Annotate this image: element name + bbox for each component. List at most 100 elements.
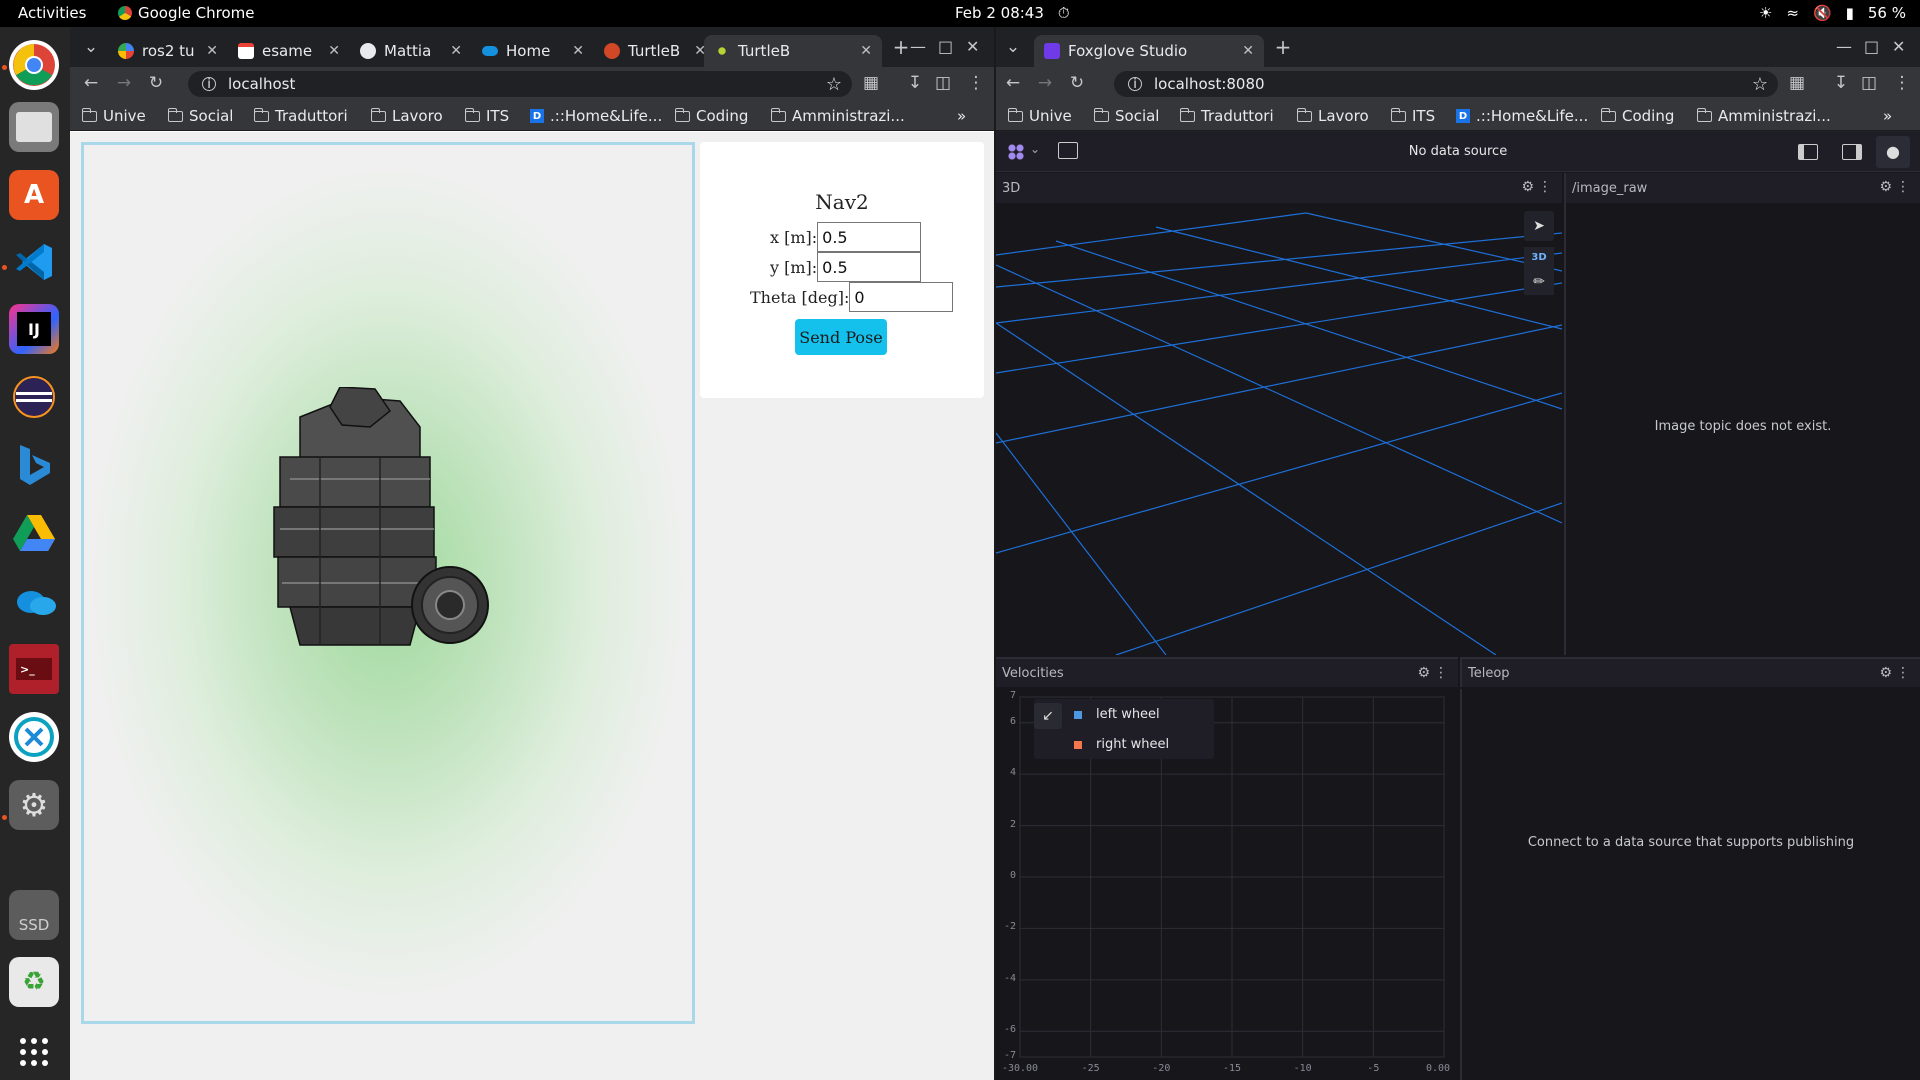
panel-3d-viewport[interactable]: ➤ 3D ✏ bbox=[996, 203, 1562, 655]
panel-settings-icon[interactable]: ⚙ bbox=[1417, 665, 1430, 681]
bookmark-homelife[interactable]: D .::Home&Life... bbox=[1456, 107, 1588, 125]
new-tab-icon[interactable]: + bbox=[1272, 35, 1294, 59]
user-icon[interactable]: ● bbox=[1876, 136, 1910, 168]
robot-3d-canvas[interactable] bbox=[81, 142, 695, 1024]
app-center-icon[interactable]: A bbox=[9, 170, 59, 220]
app-menu-chevron-icon[interactable]: ⌄ bbox=[1030, 142, 1040, 156]
tab-foxglove[interactable]: Foxglove Studio ✕ bbox=[1034, 35, 1264, 67]
close-tab-icon[interactable]: ✕ bbox=[572, 43, 584, 59]
foxglove-logo-icon[interactable] bbox=[1006, 142, 1026, 162]
side-panel-icon[interactable]: ◫ bbox=[1858, 73, 1880, 93]
bookmark-coding[interactable]: Coding bbox=[1600, 107, 1674, 125]
legend-item-left-wheel[interactable]: left wheel bbox=[1074, 707, 1160, 722]
bookmark-lavoro[interactable]: Lavoro bbox=[1296, 107, 1369, 125]
menu-icon[interactable]: ⋮ bbox=[965, 73, 987, 93]
minimize-icon[interactable]: — bbox=[1836, 37, 1852, 56]
vscode-icon[interactable] bbox=[9, 237, 59, 287]
select-tool-icon[interactable]: ➤ bbox=[1524, 211, 1554, 241]
bookmark-star-icon[interactable]: ☆ bbox=[826, 74, 842, 95]
close-tab-icon[interactable]: ✕ bbox=[860, 43, 872, 59]
address-bar[interactable]: i localhost:8080 ☆ bbox=[1114, 71, 1778, 97]
close-tab-icon[interactable]: ✕ bbox=[328, 43, 340, 59]
data-source-label[interactable]: No data source bbox=[996, 144, 1920, 159]
app-menu[interactable]: Google Chrome bbox=[118, 4, 255, 22]
bookmarks-overflow-icon[interactable]: » bbox=[957, 107, 966, 125]
forward-icon[interactable]: → bbox=[1034, 73, 1056, 93]
extensions-icon[interactable]: ▦ bbox=[860, 73, 882, 93]
right-sidebar-toggle-icon[interactable] bbox=[1842, 144, 1862, 160]
bookmark-coding[interactable]: Coding bbox=[674, 107, 748, 125]
tab-esame[interactable]: esame ✕ bbox=[228, 35, 350, 67]
maximize-icon[interactable]: □ bbox=[938, 37, 953, 56]
close-window-icon[interactable]: ✕ bbox=[966, 37, 979, 56]
download-icon[interactable]: ↧ bbox=[1830, 73, 1852, 93]
back-icon[interactable]: ← bbox=[80, 73, 102, 93]
bookmark-star-icon[interactable]: ☆ bbox=[1752, 74, 1768, 95]
bookmark-its[interactable]: ITS bbox=[464, 107, 509, 125]
bookmark-traduttori[interactable]: Traduttori bbox=[253, 107, 348, 125]
bookmark-its[interactable]: ITS bbox=[1390, 107, 1435, 125]
close-tab-icon[interactable]: ✕ bbox=[1242, 43, 1254, 59]
terminal-icon[interactable]: >_ bbox=[9, 644, 59, 694]
new-tab-icon[interactable]: + bbox=[890, 35, 912, 59]
app-grid-icon[interactable] bbox=[9, 1027, 59, 1077]
settings-icon[interactable]: ⚙ bbox=[9, 780, 59, 830]
ssd-icon[interactable]: SSD bbox=[9, 890, 59, 940]
tab-turtlebot-active[interactable]: TurtleB ✕ bbox=[704, 35, 882, 67]
panel-settings-icon[interactable]: ⚙ bbox=[1521, 179, 1534, 195]
remote-desktop-icon[interactable] bbox=[9, 712, 59, 762]
close-tab-icon[interactable]: ✕ bbox=[206, 43, 218, 59]
panel-settings-icon[interactable]: ⚙ bbox=[1879, 665, 1892, 681]
bookmark-social[interactable]: Social bbox=[167, 107, 233, 125]
eclipse-icon[interactable] bbox=[9, 372, 59, 422]
trash-icon[interactable]: ♻ bbox=[9, 957, 59, 1007]
view-3d-toggle[interactable]: 3D bbox=[1524, 247, 1554, 269]
panel-settings-icon[interactable]: ⚙ bbox=[1879, 179, 1892, 195]
y-input[interactable] bbox=[817, 252, 922, 282]
forward-icon[interactable]: → bbox=[113, 73, 135, 93]
add-panel-icon[interactable] bbox=[1058, 142, 1078, 159]
velocities-plot[interactable]: 7 6 4 2 0 -2 -4 -6 -7 -30.00 -25 -20 -15 -10 -5 0.00 ↙… bbox=[996, 689, 1458, 1080]
close-tab-icon[interactable]: ✕ bbox=[450, 43, 462, 59]
reload-icon[interactable]: ↻ bbox=[145, 73, 167, 93]
close-window-icon[interactable]: ✕ bbox=[1892, 37, 1905, 56]
tab-turtlebot-ppt[interactable]: TurtleB ✕ bbox=[594, 35, 716, 67]
intellij-icon[interactable]: IJ bbox=[9, 304, 59, 354]
minimize-icon[interactable]: — bbox=[910, 37, 926, 56]
bookmark-amministrazi[interactable]: Amministrazi... bbox=[770, 107, 905, 125]
x-input[interactable] bbox=[817, 222, 922, 252]
tab-home[interactable]: Home ✕ bbox=[472, 35, 594, 67]
reload-icon[interactable]: ↻ bbox=[1066, 73, 1088, 93]
bookmark-unive[interactable]: Unive bbox=[1007, 107, 1072, 125]
files-icon[interactable] bbox=[9, 102, 59, 152]
collapse-legend-icon[interactable]: ↙ bbox=[1034, 703, 1062, 729]
side-panel-icon[interactable]: ◫ bbox=[932, 73, 954, 93]
bookmark-unive[interactable]: Unive bbox=[81, 107, 146, 125]
address-bar[interactable]: i localhost ☆ bbox=[188, 71, 852, 97]
send-pose-button[interactable]: Send Pose bbox=[795, 319, 887, 355]
bookmark-lavoro[interactable]: Lavoro bbox=[370, 107, 443, 125]
extensions-icon[interactable]: ▦ bbox=[1786, 73, 1808, 93]
bookmark-homelife[interactable]: D .::Home&Life... bbox=[530, 107, 662, 125]
tab-mattia[interactable]: Mattia ✕ bbox=[350, 35, 472, 67]
clock[interactable]: Feb 2 08:43 ⏱ bbox=[955, 4, 1070, 22]
activities-button[interactable]: Activities bbox=[18, 4, 86, 22]
tab-search-icon[interactable]: ⌄ bbox=[80, 37, 102, 57]
panel-menu-icon[interactable]: ⋮ bbox=[1538, 179, 1552, 195]
left-sidebar-toggle-icon[interactable] bbox=[1798, 144, 1818, 160]
google-drive-icon[interactable] bbox=[9, 508, 59, 558]
tab-ros2[interactable]: ros2 tu ✕ bbox=[108, 35, 228, 67]
tab-search-icon[interactable]: ⌄ bbox=[1002, 37, 1024, 57]
download-icon[interactable]: ↧ bbox=[904, 73, 926, 93]
panel-menu-icon[interactable]: ⋮ bbox=[1896, 179, 1910, 195]
system-tray[interactable]: ☀ ≈ 🔇 ▮ 56 % bbox=[1759, 4, 1906, 22]
bing-icon[interactable] bbox=[9, 440, 59, 490]
bookmark-social[interactable]: Social bbox=[1093, 107, 1159, 125]
ruler-icon[interactable]: ✏ bbox=[1524, 269, 1554, 295]
back-icon[interactable]: ← bbox=[1002, 73, 1024, 93]
menu-icon[interactable]: ⋮ bbox=[1891, 73, 1913, 93]
theta-input[interactable] bbox=[849, 282, 954, 312]
panel-menu-icon[interactable]: ⋮ bbox=[1896, 665, 1910, 681]
chrome-icon[interactable] bbox=[9, 40, 59, 90]
onedrive-icon[interactable] bbox=[9, 576, 59, 626]
